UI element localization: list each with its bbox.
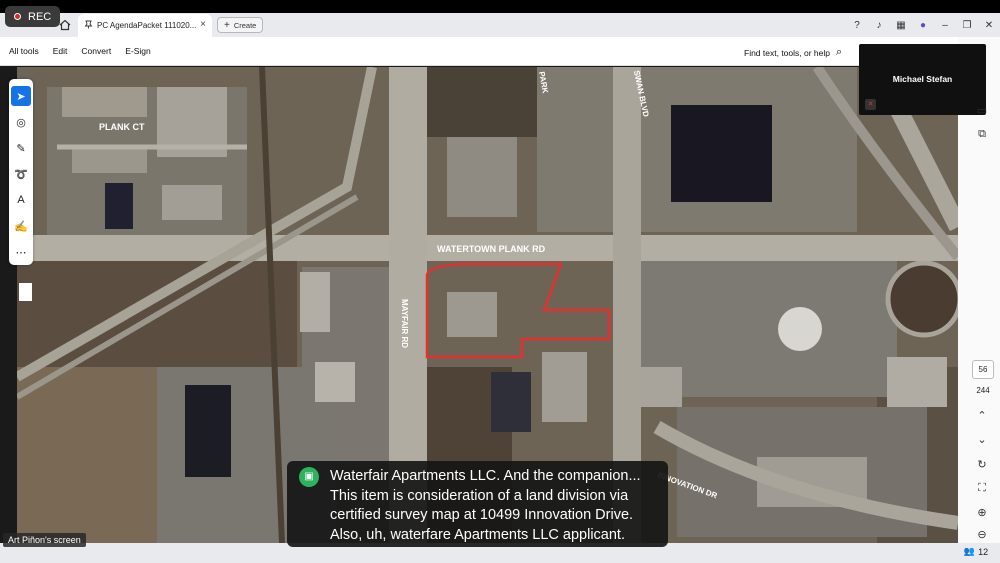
recording-indicator: REC: [5, 6, 60, 27]
rec-label: REC: [28, 10, 52, 23]
find-label: Find text, tools, or help: [744, 47, 830, 58]
fill-sign-icon[interactable]: ✍: [11, 216, 31, 236]
select-pointer-icon[interactable]: ➤: [11, 86, 31, 106]
pen-icon[interactable]: ✎: [11, 138, 31, 158]
street-label-watertown-plank: WATERTOWN PLANK RD: [437, 244, 546, 254]
search-icon[interactable]: ⌕: [836, 46, 842, 59]
bell-icon[interactable]: ♪: [868, 20, 890, 31]
minimize-icon[interactable]: –: [934, 20, 956, 31]
caption-line: This item is consideration of a land div…: [330, 487, 629, 504]
menu-convert[interactable]: Convert: [81, 46, 111, 56]
people-icon: 👥: [963, 546, 976, 556]
menu-esign[interactable]: E-Sign: [125, 46, 151, 56]
help-icon[interactable]: ?: [846, 20, 868, 31]
muted-mic-icon: ✕: [865, 99, 876, 110]
menu-edit[interactable]: Edit: [53, 46, 68, 56]
create-label: Create: [233, 20, 257, 30]
page-up-icon[interactable]: ⌃: [970, 409, 994, 425]
find-search[interactable]: Find text, tools, or help ⌕: [744, 46, 842, 59]
comment-panel-icon[interactable]: ▭: [970, 104, 994, 120]
current-page-input[interactable]: 56: [972, 360, 994, 379]
caption-line: Waterfair Apartments LLC. And the compan…: [330, 468, 641, 484]
pin-icon: [84, 20, 93, 31]
window-close-icon[interactable]: ✕: [978, 20, 1000, 31]
rotate-icon[interactable]: ↻: [970, 458, 994, 474]
total-pages: 244: [976, 386, 990, 395]
comment-icon[interactable]: ◎: [11, 112, 31, 132]
page-down-icon[interactable]: ⌄: [970, 433, 994, 449]
participants-number: 12: [978, 546, 989, 557]
acrobat-toolbar: All tools Edit Convert E-Sign Find text,…: [0, 37, 1000, 66]
browser-tab-bar: PC AgendaPacket 111020... × + Create ? ♪…: [0, 13, 1000, 37]
pages-icon[interactable]: ⧉: [970, 128, 994, 144]
tab-title: PC AgendaPacket 111020...: [97, 21, 197, 30]
restore-icon[interactable]: ❐: [956, 20, 978, 31]
street-label-plank-ct: PLANK CT: [99, 122, 145, 132]
panel-tab[interactable]: [19, 283, 32, 301]
top-strip: [0, 0, 1000, 13]
apps-grid-icon[interactable]: ▦: [890, 20, 912, 31]
avatar[interactable]: ●: [912, 20, 934, 31]
text-box-icon[interactable]: A: [11, 190, 31, 210]
participant-video[interactable]: Michael Stefan ✕: [859, 44, 986, 115]
lasso-icon[interactable]: ➰: [11, 164, 31, 184]
live-caption: ▣ Waterfair Apartments LLC. And the comp…: [287, 461, 668, 547]
main-menu: All tools Edit Convert E-Sign: [9, 46, 165, 56]
zoom-out-icon[interactable]: ⊖: [970, 528, 994, 544]
caption-line: Also, uh, waterfare Apartments LLC appli…: [330, 526, 625, 543]
zoom-in-icon[interactable]: ⊕: [970, 506, 994, 522]
caption-line: certified survey map at 10499 Innovation…: [330, 507, 634, 523]
plus-icon: +: [224, 19, 230, 31]
create-button[interactable]: + Create: [217, 17, 264, 33]
fit-page-icon[interactable]: ⛶: [970, 482, 994, 498]
menu-all-tools[interactable]: All tools: [9, 46, 39, 56]
caption-speaker-icon: ▣: [299, 467, 319, 487]
more-options-icon[interactable]: ⋯: [11, 242, 31, 262]
tab-agenda-packet[interactable]: PC AgendaPacket 111020... ×: [78, 14, 212, 37]
meeting-screen-share: PC AgendaPacket 111020... × + Create ? ♪…: [0, 0, 1000, 563]
street-label-mayfair: MAYFAIR RD: [400, 299, 409, 348]
participant-name: Michael Stefan: [892, 74, 953, 84]
record-dot-icon: [14, 13, 21, 20]
close-icon[interactable]: ×: [200, 19, 206, 30]
tool-palette: ➤ ◎ ✎ ➰ A ✍ ⋯: [9, 79, 33, 265]
participants-count[interactable]: 👥 12: [957, 543, 995, 560]
top-right-icons: ? ♪ ▦ ● – ❐ ✕: [846, 16, 1000, 34]
screen-share-label: Art Piñon's screen: [3, 533, 86, 547]
